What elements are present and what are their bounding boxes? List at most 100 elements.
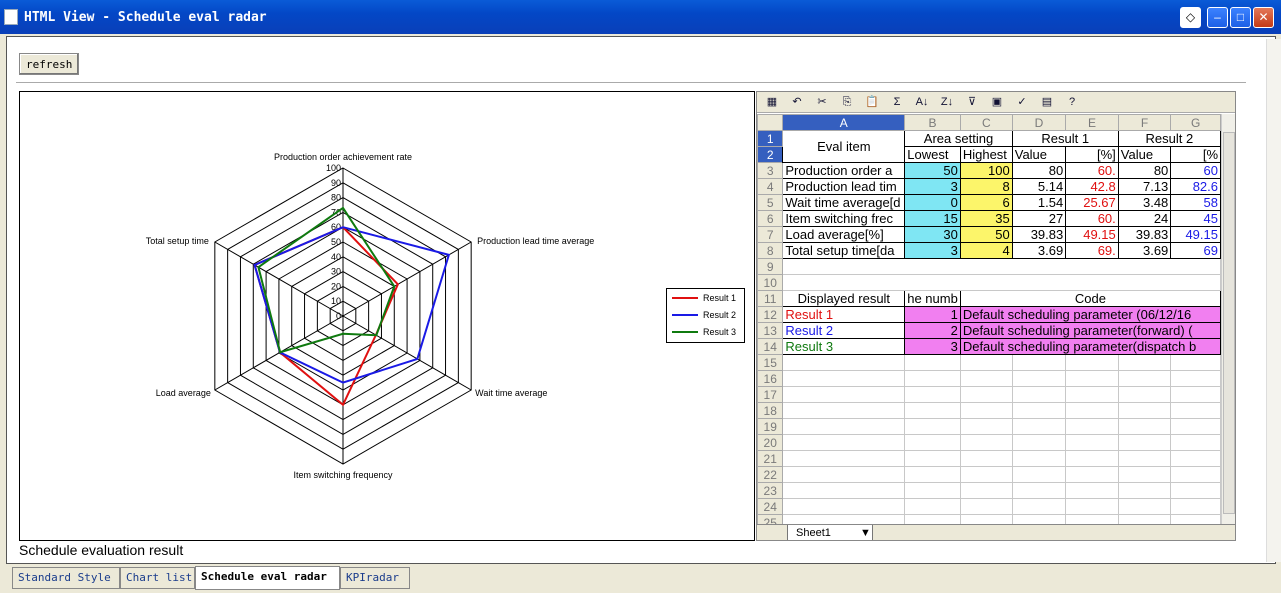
- cell[interactable]: Lowest: [904, 146, 961, 163]
- cell[interactable]: [959, 386, 1013, 403]
- row-header[interactable]: 5: [757, 194, 784, 211]
- cell[interactable]: [1065, 370, 1119, 387]
- spreadsheet[interactable]: ▦ ↶ ✂ ⎘ 📋 Σ A↓ Z↓ ⊽ ▣ ✓ ▤ ? A B C D E F …: [756, 91, 1236, 541]
- cell[interactable]: Default scheduling parameter(forward) (: [959, 322, 1221, 339]
- cell[interactable]: [959, 482, 1013, 499]
- protect-icon[interactable]: ▣: [986, 93, 1008, 111]
- tab-schedule-eval-radar[interactable]: Schedule eval radar: [195, 566, 340, 590]
- cell[interactable]: 45: [1170, 210, 1221, 227]
- cell[interactable]: Code: [959, 290, 1221, 307]
- cell[interactable]: 69.: [1065, 242, 1119, 259]
- cell[interactable]: [959, 466, 1013, 483]
- cell[interactable]: [782, 466, 906, 483]
- cell[interactable]: 60.: [1065, 210, 1119, 227]
- cell[interactable]: [782, 354, 906, 371]
- cell[interactable]: [1065, 418, 1119, 435]
- cell[interactable]: 100: [959, 162, 1013, 179]
- cell[interactable]: [1170, 354, 1221, 371]
- copy-icon[interactable]: ⎘: [836, 93, 858, 111]
- cell[interactable]: [%]: [1065, 146, 1119, 163]
- cell[interactable]: 60: [1170, 162, 1221, 179]
- cell[interactable]: 69: [1170, 242, 1221, 259]
- row-header[interactable]: 21: [757, 450, 784, 467]
- cell[interactable]: [782, 274, 1221, 291]
- cell[interactable]: [1117, 402, 1172, 419]
- cell[interactable]: 15: [904, 210, 961, 227]
- cell[interactable]: 24: [1117, 210, 1172, 227]
- col-header[interactable]: G: [1170, 114, 1221, 131]
- cell[interactable]: [1011, 402, 1067, 419]
- cell[interactable]: [1170, 466, 1221, 483]
- cell[interactable]: [1011, 370, 1067, 387]
- cell[interactable]: 80: [1011, 162, 1067, 179]
- row-header[interactable]: 1: [757, 130, 784, 147]
- cell[interactable]: [1117, 514, 1172, 524]
- tab-chart-list[interactable]: Chart list: [120, 567, 195, 589]
- cell[interactable]: [1170, 434, 1221, 451]
- minimize-button[interactable]: –: [1207, 7, 1228, 28]
- cell[interactable]: [1170, 402, 1221, 419]
- cell[interactable]: 42.8: [1065, 178, 1119, 195]
- cell[interactable]: [782, 434, 906, 451]
- paste-icon[interactable]: 📋: [861, 93, 883, 111]
- cell[interactable]: Default scheduling parameter(dispatch b: [959, 338, 1221, 355]
- row-header[interactable]: 23: [757, 482, 784, 499]
- cell[interactable]: [782, 450, 906, 467]
- cell[interactable]: [782, 386, 906, 403]
- cell[interactable]: [1170, 418, 1221, 435]
- sheet-grid[interactable]: A B C D E F G 1 Eval item Area setting R…: [757, 114, 1221, 524]
- col-header[interactable]: E: [1065, 114, 1119, 131]
- col-header[interactable]: B: [904, 114, 961, 131]
- row-header[interactable]: 4: [757, 178, 784, 195]
- cell[interactable]: [1117, 450, 1172, 467]
- cell[interactable]: 4: [959, 242, 1013, 259]
- cell[interactable]: [1011, 386, 1067, 403]
- cell[interactable]: 8: [959, 178, 1013, 195]
- cell[interactable]: 80: [1117, 162, 1172, 179]
- row-header[interactable]: 15: [757, 354, 784, 371]
- cell[interactable]: [1117, 482, 1172, 499]
- cell[interactable]: [959, 450, 1013, 467]
- row-header[interactable]: 7: [757, 226, 784, 243]
- tab-standard-style[interactable]: Standard Style: [12, 567, 120, 589]
- cell[interactable]: [904, 370, 961, 387]
- cell[interactable]: [1011, 450, 1067, 467]
- cell[interactable]: Wait time average[d: [782, 194, 906, 211]
- cell[interactable]: [1065, 434, 1119, 451]
- cell[interactable]: [904, 418, 961, 435]
- cell[interactable]: [1011, 434, 1067, 451]
- cell[interactable]: [959, 498, 1013, 515]
- cell[interactable]: [1065, 386, 1119, 403]
- cell[interactable]: [1117, 386, 1172, 403]
- spellcheck-icon[interactable]: ✓: [1011, 93, 1033, 111]
- cell[interactable]: 35: [959, 210, 1013, 227]
- cell[interactable]: [1170, 370, 1221, 387]
- cell[interactable]: [1011, 514, 1067, 524]
- cell[interactable]: [904, 450, 961, 467]
- cell[interactable]: [1065, 402, 1119, 419]
- cell[interactable]: he numb: [904, 290, 961, 307]
- office-logo-icon[interactable]: ▦: [761, 93, 783, 111]
- cell[interactable]: Production order a: [782, 162, 906, 179]
- help-icon[interactable]: ?: [1061, 93, 1083, 111]
- row-header[interactable]: 3: [757, 162, 784, 179]
- cell[interactable]: Value: [1117, 146, 1172, 163]
- sheet-vertical-scrollbar[interactable]: [1221, 114, 1235, 524]
- export-icon[interactable]: ▤: [1036, 93, 1058, 111]
- cell[interactable]: 60.: [1065, 162, 1119, 179]
- cell[interactable]: [1170, 450, 1221, 467]
- col-header[interactable]: A: [782, 114, 906, 131]
- filter-icon[interactable]: ⊽: [961, 93, 983, 111]
- cell[interactable]: [%: [1170, 146, 1221, 163]
- cell[interactable]: 1: [904, 306, 961, 323]
- row-header[interactable]: 24: [757, 498, 784, 515]
- row-header[interactable]: 10: [757, 274, 784, 291]
- cell[interactable]: [1011, 482, 1067, 499]
- cell[interactable]: 2: [904, 322, 961, 339]
- cell[interactable]: Displayed result: [782, 290, 906, 307]
- help-diamond-icon[interactable]: ◇: [1180, 7, 1201, 28]
- cell[interactable]: [1117, 370, 1172, 387]
- cell[interactable]: [959, 354, 1013, 371]
- cell[interactable]: Result 1: [1011, 130, 1119, 147]
- refresh-button[interactable]: refresh: [19, 53, 79, 75]
